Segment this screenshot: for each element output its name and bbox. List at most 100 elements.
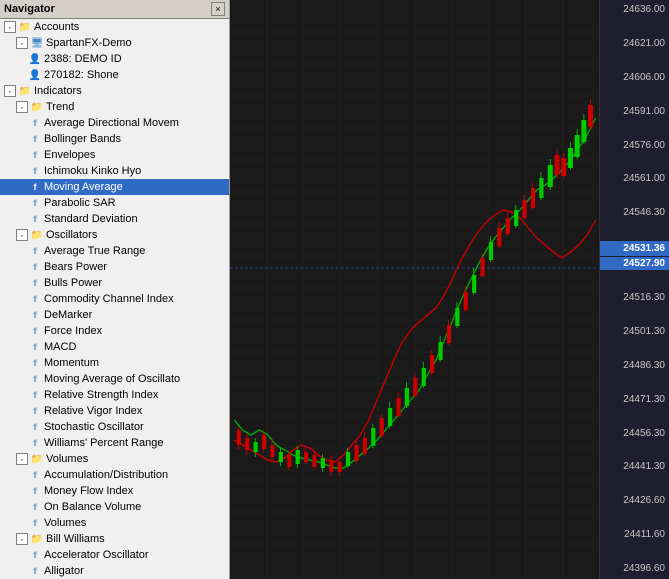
macd-item[interactable]: f MACD bbox=[0, 339, 229, 355]
indicators-label: Indicators bbox=[34, 85, 82, 97]
ad-label: Accumulation/Distribution bbox=[44, 469, 168, 481]
wpr-label: Williams' Percent Range bbox=[44, 437, 163, 449]
stddev-label: Standard Deviation bbox=[44, 213, 138, 225]
rvi-label: Relative Vigor Index bbox=[44, 405, 142, 417]
momentum-icon: f bbox=[28, 356, 42, 370]
price-24561: 24561.00 bbox=[600, 173, 669, 185]
price-24456: 24456.30 bbox=[600, 428, 669, 440]
stddev-item[interactable]: f Standard Deviation bbox=[0, 211, 229, 227]
force-label: Force Index bbox=[44, 325, 102, 337]
alligator-item[interactable]: f Alligator bbox=[0, 563, 229, 579]
atr-icon: f bbox=[28, 244, 42, 258]
oscillators-section[interactable]: - 📁 Oscillators bbox=[0, 227, 229, 243]
wpr-item[interactable]: f Williams' Percent Range bbox=[0, 435, 229, 451]
trend-expand[interactable]: - bbox=[16, 101, 28, 113]
price-24471: 24471.30 bbox=[600, 394, 669, 406]
navigator-body: - 📁 Accounts - 🖥 SpartanFX-Demo 👤 2388: … bbox=[0, 19, 229, 579]
bb-icon: f bbox=[28, 132, 42, 146]
navigator-header: Navigator × bbox=[0, 0, 229, 19]
obv-item[interactable]: f On Balance Volume bbox=[0, 499, 229, 515]
atr-item[interactable]: f Average True Range bbox=[0, 243, 229, 259]
ma-label: Moving Average bbox=[44, 181, 123, 193]
bears-item[interactable]: f Bears Power bbox=[0, 259, 229, 275]
stoch-item[interactable]: f Stochastic Oscillator bbox=[0, 419, 229, 435]
indicators-expand[interactable]: - bbox=[4, 85, 16, 97]
navigator-panel: Navigator × - 📁 Accounts - 🖥 SpartanFX-D… bbox=[0, 0, 230, 579]
indicators-folder-icon: 📁 bbox=[18, 84, 32, 98]
spartanfx-icon: 🖥 bbox=[30, 36, 44, 50]
ma-item[interactable]: f Moving Average bbox=[0, 179, 229, 195]
macd-label: MACD bbox=[44, 341, 76, 353]
force-item[interactable]: f Force Index bbox=[0, 323, 229, 339]
ichimoku-item[interactable]: f Ichimoku Kinko Hyo bbox=[0, 163, 229, 179]
rvi-item[interactable]: f Relative Vigor Index bbox=[0, 403, 229, 419]
account-270182[interactable]: 👤 270182: Shone bbox=[0, 67, 229, 83]
vol-icon: f bbox=[28, 516, 42, 530]
atr-label: Average True Range bbox=[44, 245, 145, 257]
account-2388-label: 2388: DEMO ID bbox=[44, 53, 122, 65]
momentum-item[interactable]: f Momentum bbox=[0, 355, 229, 371]
billwilliams-section[interactable]: - 📁 Bill Williams bbox=[0, 531, 229, 547]
env-item[interactable]: f Envelopes bbox=[0, 147, 229, 163]
accounts-section[interactable]: - 📁 Accounts bbox=[0, 19, 229, 35]
ao-item[interactable]: f Accelerator Oscillator bbox=[0, 547, 229, 563]
env-icon: f bbox=[28, 148, 42, 162]
trend-section[interactable]: - 📁 Trend bbox=[0, 99, 229, 115]
stoch-icon: f bbox=[28, 420, 42, 434]
env-label: Envelopes bbox=[44, 149, 95, 161]
bb-label: Bollinger Bands bbox=[44, 133, 121, 145]
price-24636: 24636.00 bbox=[600, 4, 669, 16]
alligator-label: Alligator bbox=[44, 565, 84, 577]
current-price-box: 24531.36 bbox=[600, 241, 669, 256]
cci-icon: f bbox=[28, 292, 42, 306]
bulls-item[interactable]: f Bulls Power bbox=[0, 275, 229, 291]
billwilliams-folder-icon: 📁 bbox=[30, 532, 44, 546]
demarker-label: DeMarker bbox=[44, 309, 92, 321]
price-24411: 24411.60 bbox=[600, 529, 669, 541]
price-24516: 24516.30 bbox=[600, 292, 669, 304]
account-icon-1: 👤 bbox=[28, 52, 42, 66]
spartanfx-item[interactable]: - 🖥 SpartanFX-Demo bbox=[0, 35, 229, 51]
adm-label: Average Directional Movem bbox=[44, 117, 179, 129]
account-2388[interactable]: 👤 2388: DEMO ID bbox=[0, 51, 229, 67]
volumes-expand[interactable]: - bbox=[16, 453, 28, 465]
adm-icon: f bbox=[28, 116, 42, 130]
mfi-label: Money Flow Index bbox=[44, 485, 133, 497]
close-button[interactable]: × bbox=[211, 2, 225, 16]
current-price-value: 24527.90 bbox=[600, 257, 669, 270]
trend-label: Trend bbox=[46, 101, 74, 113]
mfi-icon: f bbox=[28, 484, 42, 498]
accounts-label: Accounts bbox=[34, 21, 79, 33]
spartanfx-expand[interactable]: - bbox=[16, 37, 28, 49]
demarker-item[interactable]: f DeMarker bbox=[0, 307, 229, 323]
price-24441: 24441.30 bbox=[600, 461, 669, 473]
volumes-section[interactable]: - 📁 Volumes bbox=[0, 451, 229, 467]
rsi-item[interactable]: f Relative Strength Index bbox=[0, 387, 229, 403]
osma-item[interactable]: f Moving Average of Oscillato bbox=[0, 371, 229, 387]
stoch-label: Stochastic Oscillator bbox=[44, 421, 144, 433]
chart-area[interactable]: BANKNIFTY,M1 24524.00 24528.85 24520.00 … bbox=[230, 0, 669, 579]
spartanfx-label: SpartanFX-Demo bbox=[46, 37, 132, 49]
cci-item[interactable]: f Commodity Channel Index bbox=[0, 291, 229, 307]
vol-item[interactable]: f Volumes bbox=[0, 515, 229, 531]
oscillators-expand[interactable]: - bbox=[16, 229, 28, 241]
bulls-label: Bulls Power bbox=[44, 277, 102, 289]
mfi-item[interactable]: f Money Flow Index bbox=[0, 483, 229, 499]
ao-icon: f bbox=[28, 548, 42, 562]
psar-item[interactable]: f Parabolic SAR bbox=[0, 195, 229, 211]
accounts-expand[interactable]: - bbox=[4, 21, 16, 33]
billwilliams-expand[interactable]: - bbox=[16, 533, 28, 545]
rvi-icon: f bbox=[28, 404, 42, 418]
indicators-section[interactable]: - 📁 Indicators bbox=[0, 83, 229, 99]
rsi-label: Relative Strength Index bbox=[44, 389, 158, 401]
ad-item[interactable]: f Accumulation/Distribution bbox=[0, 467, 229, 483]
cci-label: Commodity Channel Index bbox=[44, 293, 174, 305]
accounts-folder-icon: 📁 bbox=[18, 20, 32, 34]
price-24576: 24576.00 bbox=[600, 140, 669, 152]
adm-item[interactable]: f Average Directional Movem bbox=[0, 115, 229, 131]
billwilliams-label: Bill Williams bbox=[46, 533, 105, 545]
psar-icon: f bbox=[28, 196, 42, 210]
wpr-icon: f bbox=[28, 436, 42, 450]
ad-icon: f bbox=[28, 468, 42, 482]
bb-item[interactable]: f Bollinger Bands bbox=[0, 131, 229, 147]
